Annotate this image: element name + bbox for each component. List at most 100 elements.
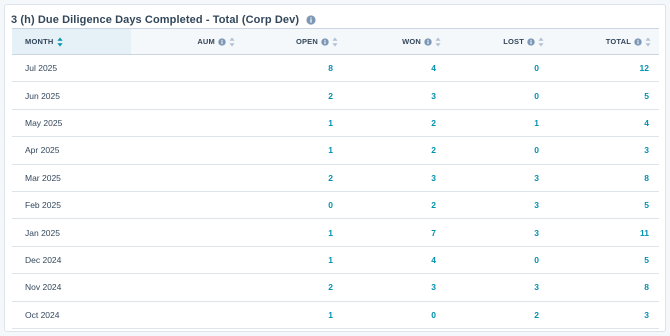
total-cell[interactable]: 5 (552, 82, 659, 108)
month-cell: Dec 2024 (25, 254, 62, 265)
open-cell[interactable]: 2 (243, 274, 346, 300)
total-cell[interactable]: 12 (552, 55, 659, 81)
won-cell[interactable]: 2 (346, 110, 449, 136)
column-header-lost[interactable]: LOST (449, 29, 552, 54)
month-cell: Feb 2025 (25, 200, 61, 211)
month-cell: Jul 2025 (25, 63, 58, 74)
open-cell[interactable]: 1 (243, 110, 346, 136)
table-row: Mar 2025 2 3 3 8 (12, 165, 659, 192)
aum-cell (131, 137, 243, 163)
month-cell: Jun 2025 (25, 90, 60, 101)
lost-cell[interactable]: 3 (449, 219, 552, 245)
column-header-label: WON (402, 37, 421, 46)
total-cell[interactable]: 5 (552, 192, 659, 218)
lost-cell[interactable]: 3 (449, 165, 552, 191)
sort-icon[interactable] (229, 37, 235, 47)
aum-cell (131, 274, 243, 300)
open-cell[interactable]: 1 (243, 247, 346, 273)
total-cell[interactable]: 3 (552, 137, 659, 163)
column-header-won[interactable]: WON (346, 29, 449, 54)
table-row: Jun 2025 2 3 0 5 (12, 82, 659, 110)
month-cell: Jan 2025 (25, 227, 60, 238)
column-header-label: TOTAL (605, 37, 631, 46)
column-header-label: AUM (197, 37, 215, 46)
table-body: Jul 2025 8 4 0 12 Jun 2025 2 3 0 5 May 2025 1 2 1 4 Apr… (12, 55, 659, 329)
table-row: Jul 2025 8 4 0 12 (12, 55, 659, 83)
aum-cell (131, 219, 243, 245)
lost-cell[interactable]: 0 (449, 82, 552, 108)
column-header-label: LOST (503, 37, 524, 46)
table-row: Nov 2024 2 3 3 8 (12, 274, 659, 302)
report-title: 3 (h) Due Diligence Days Completed - Tot… (11, 14, 300, 26)
table-row: Jan 2025 1 7 3 11 (12, 219, 659, 247)
lost-cell[interactable]: 0 (449, 247, 552, 273)
data-table: MONTH AUM OPEN WON LOST TOTAL Jul 2025 8 4 0 12 Ju… (12, 28, 659, 329)
won-cell[interactable]: 0 (346, 302, 449, 328)
total-cell[interactable]: 11 (552, 219, 659, 245)
lost-cell[interactable]: 1 (449, 110, 552, 136)
open-cell[interactable]: 2 (243, 165, 346, 191)
open-cell[interactable]: 8 (243, 55, 346, 81)
table-row: Oct 2024 1 0 2 3 (12, 302, 659, 329)
column-header-month[interactable]: MONTH (12, 29, 131, 54)
aum-cell (131, 110, 243, 136)
column-header-open[interactable]: OPEN (243, 29, 346, 54)
month-cell: May 2025 (25, 117, 63, 128)
total-cell[interactable]: 8 (552, 274, 659, 300)
sort-icon[interactable] (645, 37, 651, 47)
month-cell: Nov 2024 (25, 282, 62, 293)
sort-icon[interactable] (435, 37, 441, 47)
lost-cell[interactable]: 3 (449, 274, 552, 300)
won-cell[interactable]: 3 (346, 82, 449, 108)
lost-cell[interactable]: 2 (449, 302, 552, 328)
lost-cell[interactable]: 0 (449, 137, 552, 163)
open-cell[interactable]: 1 (243, 137, 346, 163)
column-header-label: MONTH (25, 37, 54, 46)
aum-cell (131, 247, 243, 273)
info-icon[interactable] (424, 37, 432, 46)
won-cell[interactable]: 4 (346, 55, 449, 81)
table-row: Feb 2025 0 2 3 5 (12, 192, 659, 220)
open-cell[interactable]: 2 (243, 82, 346, 108)
table-row: Dec 2024 1 4 0 5 (12, 247, 659, 275)
info-icon[interactable] (218, 37, 226, 46)
won-cell[interactable]: 7 (346, 219, 449, 245)
month-cell: Mar 2025 (25, 172, 61, 183)
month-cell: Apr 2025 (25, 145, 60, 156)
sort-ascending-icon[interactable] (56, 37, 63, 47)
table-row: Apr 2025 1 2 0 3 (12, 137, 659, 165)
column-header-aum[interactable]: AUM (131, 29, 243, 54)
lost-cell[interactable]: 3 (449, 192, 552, 218)
info-icon[interactable] (527, 37, 535, 46)
sort-icon[interactable] (538, 37, 544, 47)
column-header-total[interactable]: TOTAL (552, 29, 659, 54)
report-card: 3 (h) Due Diligence Days Completed - Tot… (4, 4, 666, 332)
won-cell[interactable]: 4 (346, 247, 449, 273)
total-cell[interactable]: 5 (552, 247, 659, 273)
aum-cell (131, 302, 243, 328)
aum-cell (131, 165, 243, 191)
aum-cell (131, 82, 243, 108)
info-icon[interactable] (634, 37, 642, 46)
lost-cell[interactable]: 0 (449, 55, 552, 81)
table-header: MONTH AUM OPEN WON LOST TOTAL (12, 28, 659, 55)
open-cell[interactable]: 1 (243, 302, 346, 328)
open-cell[interactable]: 0 (243, 192, 346, 218)
won-cell[interactable]: 2 (346, 192, 449, 218)
info-icon[interactable] (321, 37, 329, 46)
open-cell[interactable]: 1 (243, 219, 346, 245)
aum-cell (131, 55, 243, 81)
column-header-label: OPEN (295, 37, 318, 46)
won-cell[interactable]: 2 (346, 137, 449, 163)
won-cell[interactable]: 3 (346, 274, 449, 300)
info-icon[interactable] (306, 15, 316, 25)
sort-icon[interactable] (332, 37, 338, 47)
report-header: 3 (h) Due Diligence Days Completed - Tot… (11, 12, 316, 28)
aum-cell (131, 192, 243, 218)
month-cell: Oct 2024 (25, 309, 60, 320)
total-cell[interactable]: 3 (552, 302, 659, 328)
total-cell[interactable]: 8 (552, 165, 659, 191)
won-cell[interactable]: 3 (346, 165, 449, 191)
total-cell[interactable]: 4 (552, 110, 659, 136)
table-row: May 2025 1 2 1 4 (12, 110, 659, 138)
